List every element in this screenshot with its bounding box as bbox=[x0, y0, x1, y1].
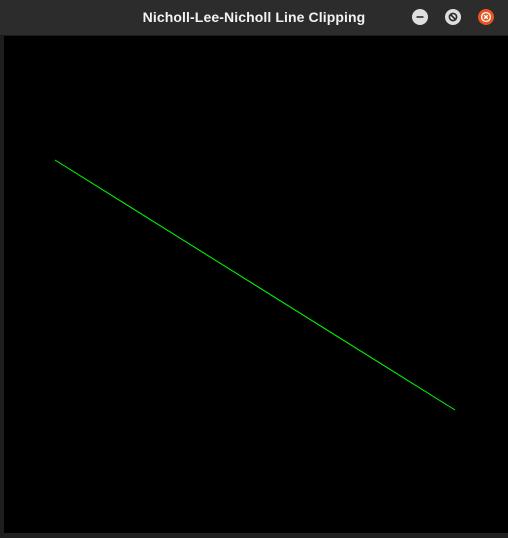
drawing-canvas[interactable] bbox=[4, 36, 508, 533]
window-title: Nicholl-Lee-Nicholl Line Clipping bbox=[142, 9, 366, 25]
maximize-icon bbox=[448, 12, 458, 22]
canvas-surface bbox=[54, 159, 456, 411]
app-window: Nicholl-Lee-Nicholl Line Clipping bbox=[0, 0, 508, 538]
minimize-button[interactable] bbox=[412, 9, 428, 25]
window-bottom-border bbox=[0, 533, 508, 538]
maximize-button[interactable] bbox=[445, 9, 461, 25]
close-icon bbox=[480, 11, 492, 23]
minimize-icon bbox=[416, 16, 424, 18]
title-bar[interactable]: Nicholl-Lee-Nicholl Line Clipping bbox=[0, 0, 508, 36]
clipped-line-segment bbox=[54, 159, 456, 411]
close-button[interactable] bbox=[478, 9, 494, 25]
